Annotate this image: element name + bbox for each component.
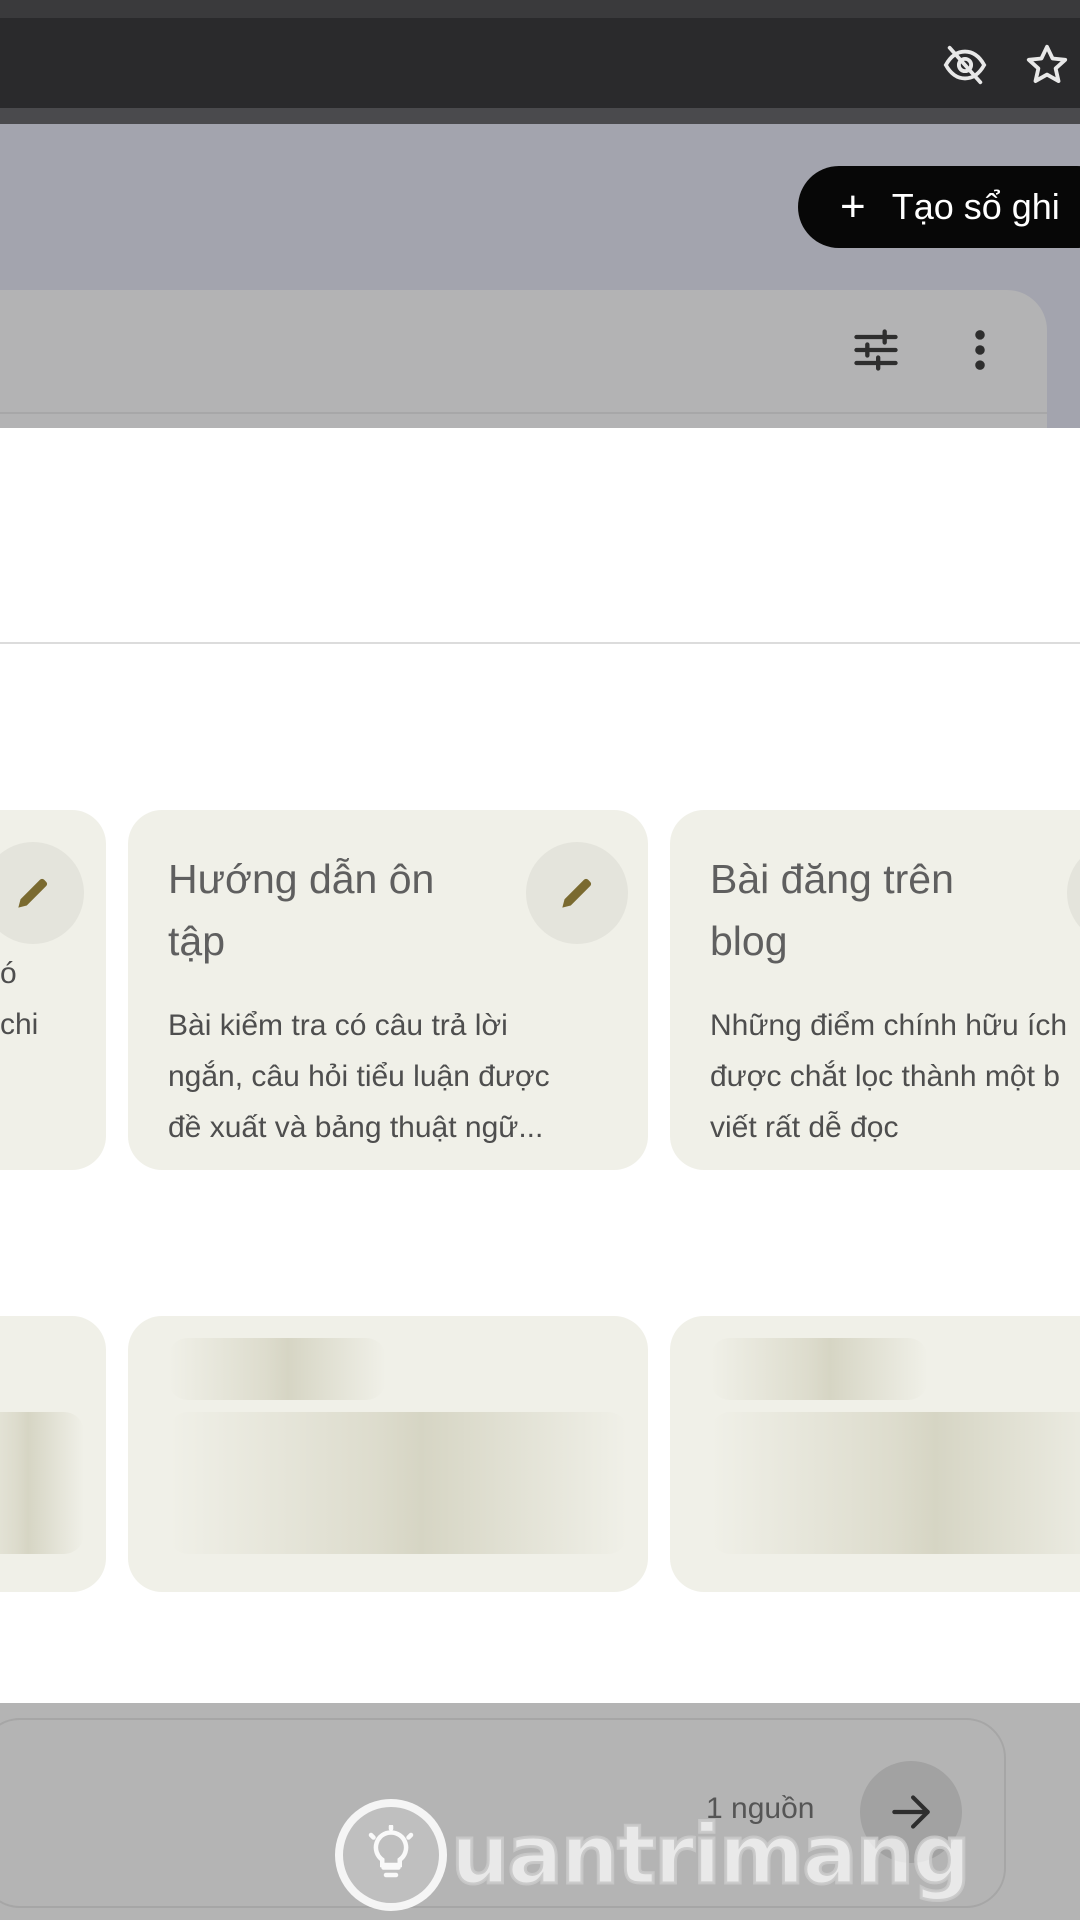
skeleton-line [168,1338,386,1400]
plus-icon: + [840,182,866,231]
card-desc-line: được chắt lọc thành một b [710,1060,1060,1093]
card-desc-line: ngắn, câu hỏi tiểu luận được [168,1060,550,1093]
lightbulb-icon [335,1799,447,1911]
modal-divider [0,642,1080,644]
panel-divider [0,412,1047,414]
card-description: Những điểm chính hữu ích được chắt lọc t… [710,1000,1080,1153]
pencil-icon[interactable] [1067,842,1080,944]
card-title-line: tập [168,918,225,964]
create-notebook-label: Tạo sổ ghi [891,186,1060,227]
card-desc-line: ó [0,957,17,990]
option-card-partial[interactable]: ó chi [0,810,106,1170]
card-desc-line: đề xuất và bảng thuật ngữ... [168,1111,544,1144]
more-vert-icon[interactable] [950,320,1010,380]
pencil-icon[interactable] [526,842,628,944]
tune-icon[interactable] [846,320,906,380]
card-title-line: blog [710,918,788,964]
eye-off-icon[interactable] [940,40,990,90]
star-icon[interactable] [1022,40,1072,90]
card-title-line: Bài đăng trên [710,856,954,902]
skeleton-block [168,1412,628,1554]
card-title: Hướng dẫn ôn tập [168,848,508,972]
page: + Tạo sổ ghi ó chi Hướng dẫn ôn tập Bài … [0,0,1080,1920]
skeleton-card [670,1316,1080,1592]
skeleton-block [0,1412,84,1554]
card-description: Bài kiểm tra có câu trả lời ngắn, câu hỏ… [168,1000,648,1153]
skeleton-block [710,1412,1080,1554]
watermark-text: uantrimang [450,1806,973,1904]
card-desc-line: Bài kiểm tra có câu trả lời [168,1009,508,1042]
skeleton-line [710,1338,928,1400]
card-desc-line: chi [0,1008,39,1041]
browser-top-edge [0,0,1080,18]
card-desc-line: Những điểm chính hữu ích [710,1009,1068,1042]
browser-bar-divider [0,108,1080,124]
create-notebook-button[interactable]: + Tạo sổ ghi [798,166,1080,248]
skeleton-card [0,1316,106,1592]
card-desc-line: viết rất dễ đọc [710,1111,899,1144]
card-title: Bài đăng trên blog [710,848,1050,972]
card-title-line: Hướng dẫn ôn [168,856,435,902]
option-card-study-guide[interactable]: Hướng dẫn ôn tập Bài kiểm tra có câu trả… [128,810,648,1170]
pencil-icon[interactable] [0,842,84,944]
create-content-modal: ó chi Hướng dẫn ôn tập Bài kiểm tra có c… [0,428,1080,1703]
watermark: uantrimang [335,1799,973,1911]
option-card-blog-post[interactable]: Bài đăng trên blog Những điểm chính hữu … [670,810,1080,1170]
skeleton-card [128,1316,648,1592]
browser-address-bar [0,18,1080,108]
